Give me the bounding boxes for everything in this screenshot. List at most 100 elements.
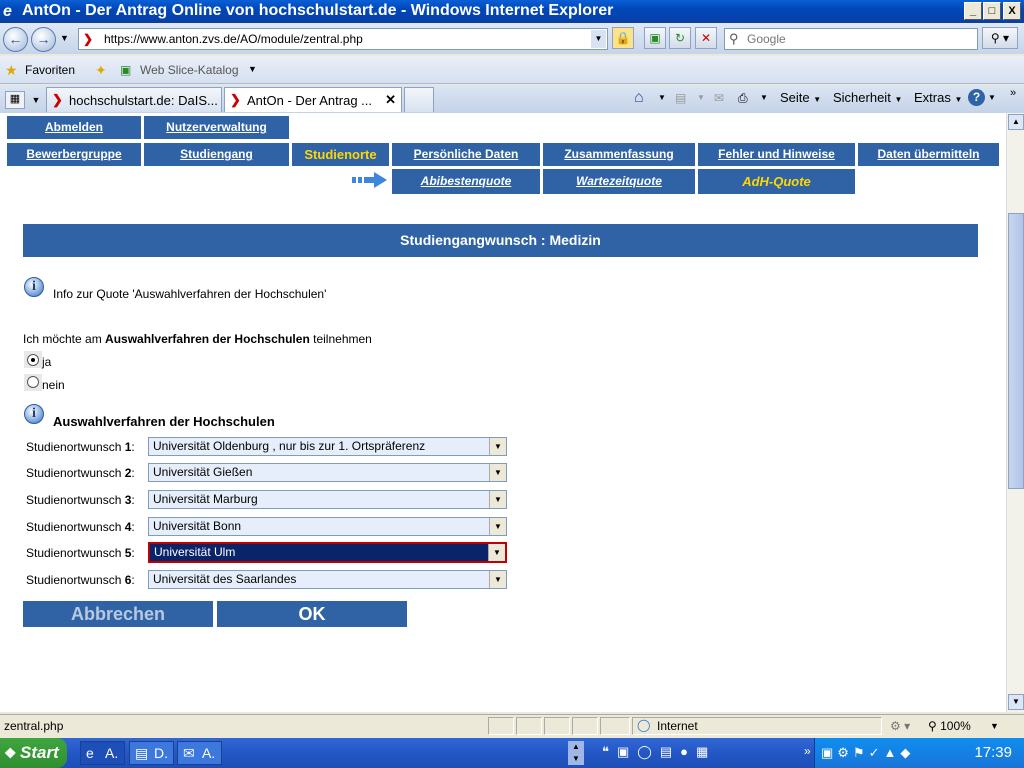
lock-icon[interactable]: 🔒 bbox=[612, 27, 634, 49]
close-tab-icon[interactable]: ✕ bbox=[385, 92, 396, 108]
address-field[interactable]: ❯ https://www.anton.zvs.de/AO/module/zen… bbox=[78, 28, 608, 50]
nav-studiengang[interactable]: Studiengang bbox=[144, 143, 289, 166]
taskbar-scroll-icon[interactable]: ▲ ▼ bbox=[568, 741, 584, 765]
chevron-down-icon[interactable]: ▼ bbox=[489, 571, 506, 588]
chevron-down-icon[interactable]: ▼ bbox=[488, 544, 505, 561]
info-quote-link[interactable]: Info zur Quote 'Auswahlverfahren der Hoc… bbox=[53, 287, 326, 301]
wish-value: Universität des Saarlandes bbox=[153, 572, 297, 586]
wish-select-2[interactable]: Universität Gießen ▼ bbox=[148, 463, 507, 482]
cancel-button[interactable]: Abbrechen bbox=[23, 601, 213, 627]
history-dropdown-icon[interactable]: ▼ bbox=[60, 33, 69, 43]
chevron-down-icon[interactable]: ▼ bbox=[489, 464, 506, 481]
tab-label: AntOn - Der Antrag ... bbox=[247, 93, 372, 108]
feeds-icon[interactable]: ▤ bbox=[675, 91, 686, 105]
nav-persoenliche-daten[interactable]: Persönliche Daten bbox=[392, 143, 540, 166]
new-tab-button[interactable] bbox=[404, 87, 434, 112]
nav-studienorte[interactable]: Studienorte bbox=[292, 143, 389, 166]
subnav-abibestenquote[interactable]: Abibestenquote bbox=[392, 169, 540, 194]
close-window-button[interactable]: X bbox=[1003, 2, 1021, 20]
web-slice-link[interactable]: Web Slice-Katalog bbox=[140, 63, 239, 77]
info-icon[interactable]: i bbox=[24, 404, 44, 424]
wish-select-3[interactable]: Universität Marburg ▼ bbox=[148, 490, 507, 509]
quick-tabs-icon[interactable]: ▦ bbox=[5, 91, 25, 109]
quicklaunch-icons[interactable]: ❝▣◯▤●▦ bbox=[602, 744, 716, 760]
tab-favicon-icon: ❯ bbox=[230, 92, 241, 107]
subnav-wartezeitquote[interactable]: Wartezeitquote bbox=[543, 169, 695, 194]
wish-value: Universität Gießen bbox=[153, 465, 253, 479]
status-text: zentral.php bbox=[4, 719, 64, 733]
nav-fehler-und-hinweise[interactable]: Fehler und Hinweise bbox=[698, 143, 855, 166]
add-favorite-icon[interactable]: ✦ bbox=[95, 62, 107, 79]
tab-list-icon[interactable]: ▼ bbox=[29, 91, 43, 109]
extras-menu[interactable]: Extras ▼ bbox=[914, 90, 962, 105]
address-dropdown-icon[interactable]: ▼ bbox=[591, 30, 606, 48]
wish-select-1[interactable]: Universität Oldenburg , nur bis zur 1. O… bbox=[148, 437, 507, 456]
vertical-scrollbar[interactable]: ▲ ▼ bbox=[1006, 113, 1024, 712]
zone-pane[interactable]: ◯ Internet bbox=[632, 717, 882, 735]
web-slice-dropdown-icon[interactable]: ▼ bbox=[248, 64, 257, 74]
status-pane bbox=[488, 717, 514, 735]
subnav-adh-quote[interactable]: AdH-Quote bbox=[698, 169, 855, 194]
tab-anton[interactable]: ❯ AntOn - Der Antrag ... ✕ bbox=[224, 87, 402, 112]
home-dropdown-icon[interactable]: ▼ bbox=[658, 93, 666, 102]
page-content: Abmelden Nutzerverwaltung Bewerbergruppe… bbox=[0, 113, 1006, 712]
participation-prefix: Ich möchte am bbox=[23, 332, 102, 346]
taskbar-item-mail[interactable]: ✉ A. bbox=[177, 741, 222, 765]
nav-daten-uebermitteln[interactable]: Daten übermitteln bbox=[858, 143, 999, 166]
chevron-down-icon[interactable]: ▼ bbox=[489, 491, 506, 508]
maximize-button[interactable]: □ bbox=[983, 2, 1001, 20]
ie-icon: e bbox=[3, 3, 12, 20]
nav-zusammenfassung[interactable]: Zusammenfassung bbox=[543, 143, 695, 166]
scroll-up-icon[interactable]: ▲ bbox=[1008, 114, 1024, 130]
forward-icon[interactable]: → bbox=[31, 27, 56, 52]
page-title: Studiengangwunsch : Medizin bbox=[23, 224, 978, 257]
taskbar-item-doc[interactable]: ▤ D. bbox=[129, 741, 174, 765]
print-icon[interactable]: ⎙ bbox=[738, 91, 748, 106]
nav-bewerbergruppe[interactable]: Bewerbergruppe bbox=[7, 143, 141, 166]
security-menu[interactable]: Sicherheit ▼ bbox=[833, 90, 902, 105]
help-dropdown-icon[interactable]: ▼ bbox=[988, 93, 996, 102]
nav-abmelden[interactable]: Abmelden bbox=[7, 116, 141, 139]
page-menu[interactable]: Seite ▼ bbox=[780, 90, 821, 105]
protected-mode-icon[interactable]: ⚙ ▾ bbox=[890, 719, 910, 733]
nav-nutzerverwaltung[interactable]: Nutzerverwaltung bbox=[144, 116, 289, 139]
favorites-button[interactable]: Favoriten bbox=[25, 63, 75, 77]
help-icon[interactable]: ? bbox=[968, 89, 985, 106]
chevron-down-icon[interactable]: ▼ bbox=[489, 438, 506, 455]
wish-select-6[interactable]: Universität des Saarlandes ▼ bbox=[148, 570, 507, 589]
chevron-more-icon[interactable]: » bbox=[1010, 87, 1016, 99]
zoom-dropdown-icon[interactable]: ▼ bbox=[990, 721, 999, 731]
back-icon[interactable]: ← bbox=[3, 27, 28, 52]
refresh-icon[interactable]: ↻ bbox=[669, 27, 691, 49]
participation-suffix: teilnehmen bbox=[313, 332, 372, 346]
tab-hochschulstart[interactable]: ❯ hochschulstart.de: DaIS... bbox=[46, 87, 222, 112]
wish-label: Studienortwunsch 2: bbox=[26, 466, 135, 480]
zoom-control[interactable]: ⚲ 100% bbox=[928, 719, 971, 733]
home-icon[interactable]: ⌂ bbox=[634, 89, 644, 107]
info-icon[interactable]: i bbox=[24, 277, 44, 297]
feeds-dropdown-icon[interactable]: ▼ bbox=[697, 93, 705, 102]
stop-icon[interactable]: ✕ bbox=[695, 27, 717, 49]
radio-ja[interactable] bbox=[27, 354, 39, 366]
chevron-down-icon[interactable]: ▼ bbox=[489, 518, 506, 535]
taskbar-item-ie[interactable]: e A. bbox=[80, 741, 125, 765]
show-more-icon[interactable]: » bbox=[804, 744, 811, 758]
start-button[interactable]: ❖ Start bbox=[0, 738, 67, 768]
search-go-icon[interactable]: ⚲ ▾ bbox=[982, 27, 1018, 49]
scroll-down-icon[interactable]: ▼ bbox=[1008, 694, 1024, 710]
wish-select-5[interactable]: Universität Ulm ▼ bbox=[148, 542, 507, 563]
radio-nein[interactable] bbox=[27, 376, 39, 388]
wish-select-4[interactable]: Universität Bonn ▼ bbox=[148, 517, 507, 536]
compatibility-icon[interactable]: ▣ bbox=[644, 27, 666, 49]
section-title: Auswahlverfahren der Hochschulen bbox=[53, 414, 275, 429]
print-dropdown-icon[interactable]: ▼ bbox=[760, 93, 768, 102]
mail-icon[interactable]: ✉ bbox=[714, 91, 724, 105]
tray-icons[interactable]: ▣⚙⚑✓▲◆ bbox=[821, 745, 914, 761]
wish-value: Universität Marburg bbox=[153, 492, 258, 506]
ok-button[interactable]: OK bbox=[217, 601, 407, 627]
zoom-level: 100% bbox=[940, 719, 971, 733]
search-field[interactable]: ⚲ Google bbox=[724, 28, 978, 50]
scrollbar-thumb[interactable] bbox=[1008, 213, 1024, 489]
minimize-button[interactable]: _ bbox=[964, 2, 982, 20]
arrow-right-icon bbox=[352, 171, 388, 189]
